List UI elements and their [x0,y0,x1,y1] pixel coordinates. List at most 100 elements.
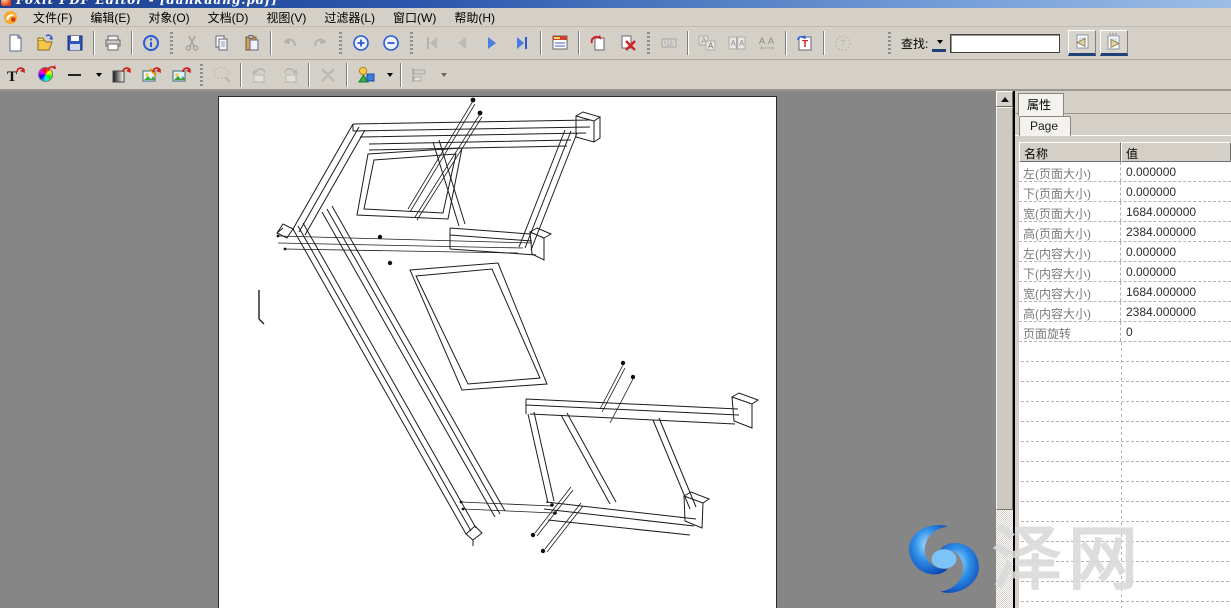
menu-item[interactable]: 帮助(H) [445,8,504,27]
document-info-button[interactable] [137,30,165,56]
column-header-name[interactable]: 名称 [1019,142,1121,162]
menu-item[interactable]: 文件(F) [24,8,81,27]
menu-item[interactable]: 视图(V) [257,8,315,27]
paste-button[interactable] [238,30,266,56]
property-value[interactable]: 1684.000000 [1121,202,1231,221]
align-dropdown[interactable] [436,62,450,88]
zoom-in-button[interactable] [347,30,375,56]
property-row[interactable]: 下(页面大小) 0.000000 [1019,182,1231,202]
tab-page[interactable]: Page [1019,116,1071,136]
line-style-dropdown[interactable] [91,62,105,88]
last-page-button[interactable] [508,30,536,56]
property-value[interactable]: 2384.000000 [1121,222,1231,241]
delete-object-button[interactable] [314,62,342,88]
workspace[interactable] [0,91,996,608]
print-button[interactable] [99,30,127,56]
rotate-left-button[interactable] [246,62,274,88]
save-button[interactable] [61,30,89,56]
undo-button[interactable] [276,30,304,56]
property-row[interactable]: 高(内容大小) 2384.000000 [1019,302,1231,322]
technical-drawing [219,97,778,608]
toolbar-drag-handle[interactable] [410,32,413,54]
page-layout-button[interactable] [546,30,574,56]
rotate-page-button[interactable] [584,30,612,56]
add-shading-button[interactable] [107,62,135,88]
find-previous-button[interactable] [1068,30,1096,56]
property-value[interactable]: 0.000000 [1121,182,1231,201]
property-value[interactable]: 0.000000 [1121,242,1231,261]
replace-font-button[interactable]: AA [693,30,721,56]
property-name: 高(页面大小) [1019,222,1121,241]
svg-text:T: T [802,39,808,50]
add-color-button[interactable] [31,62,59,88]
delete-page-button[interactable] [614,30,642,56]
scrollbar-thumb[interactable] [996,107,1013,510]
keyboard-button[interactable] [655,30,683,56]
shapes-dropdown[interactable] [382,62,396,88]
property-row[interactable]: 页面旋转 0 [1019,322,1231,342]
previous-page-button[interactable] [448,30,476,56]
svg-text:A: A [768,36,774,46]
insert-shapes-button[interactable] [352,62,380,88]
add-image-button[interactable] [167,62,195,88]
redo-button[interactable] [306,30,334,56]
menu-item[interactable]: 文档(D) [199,8,258,27]
property-name: 左(页面大小) [1019,162,1121,181]
document-window-icon[interactable] [3,10,18,25]
first-page-button[interactable] [418,30,446,56]
align-objects-button[interactable] [406,62,434,88]
find-input[interactable] [950,34,1060,53]
font-compare-button[interactable]: AA [723,30,751,56]
property-value[interactable]: 1684.000000 [1121,282,1231,301]
vertical-scrollbar[interactable] [996,91,1013,608]
separator [687,31,689,55]
open-file-button[interactable] [31,30,59,56]
toolbar-drag-handle[interactable] [888,32,891,54]
toolbar-drag-handle[interactable] [339,32,342,54]
property-row[interactable]: 左(内容大小) 0.000000 [1019,242,1231,262]
char-spacing-button[interactable]: AA [753,30,781,56]
menu-item[interactable]: 窗口(W) [384,8,445,27]
scroll-up-button[interactable] [996,91,1013,107]
rotate-right-button[interactable] [276,62,304,88]
menu-item[interactable]: 编辑(E) [81,8,139,27]
property-name: 下(页面大小) [1019,182,1121,201]
property-row[interactable]: 下(内容大小) 0.000000 [1019,262,1231,282]
panel-title-tab[interactable]: 属性 [1018,93,1064,116]
add-text-object-button[interactable]: T [791,30,819,56]
zoom-out-button[interactable] [377,30,405,56]
copy-button[interactable] [208,30,236,56]
property-row[interactable]: 宽(页面大小) 1684.000000 [1019,202,1231,222]
property-value[interactable]: 0.000000 [1121,262,1231,281]
column-header-value[interactable]: 值 [1121,142,1231,162]
svg-text:T: T [7,69,17,85]
toolbar-drag-handle[interactable] [170,32,173,54]
table-rows: 左(页面大小) 0.000000 下(页面大小) 0.000000 宽(页面大小… [1019,162,1231,342]
find-dropdown-button[interactable] [932,34,946,52]
text-selection-button[interactable]: T [829,30,857,56]
property-row[interactable]: 宽(内容大小) 1684.000000 [1019,282,1231,302]
edit-image-button[interactable] [137,62,165,88]
table-header: 名称 值 [1019,142,1231,162]
lasso-edit-button[interactable] [208,62,236,88]
property-value[interactable]: 0 [1121,322,1231,341]
new-document-button[interactable] [1,30,29,56]
property-value[interactable]: 0.000000 [1121,162,1231,181]
svg-text:A: A [731,39,737,48]
find-label: 查找: [901,35,928,52]
menu-item[interactable]: 对象(O) [139,8,198,27]
property-row[interactable]: 高(页面大小) 2384.000000 [1019,222,1231,242]
toolbar-drag-handle[interactable] [200,64,203,86]
add-text-button[interactable]: T [1,62,29,88]
add-line-button[interactable] [61,62,89,88]
property-row[interactable]: 左(页面大小) 0.000000 [1019,162,1231,182]
toolbar-drag-handle[interactable] [647,32,650,54]
next-page-button[interactable] [478,30,506,56]
properties-table: 名称 值 左(页面大小) 0.000000 下(页面大小) 0.000000 宽… [1019,142,1231,608]
document-page[interactable] [218,96,777,608]
triangle-up-icon [1001,97,1009,102]
property-value[interactable]: 2384.000000 [1121,302,1231,321]
find-next-button[interactable] [1100,30,1128,56]
menu-item[interactable]: 过滤器(L) [315,8,384,27]
cut-button[interactable] [178,30,206,56]
